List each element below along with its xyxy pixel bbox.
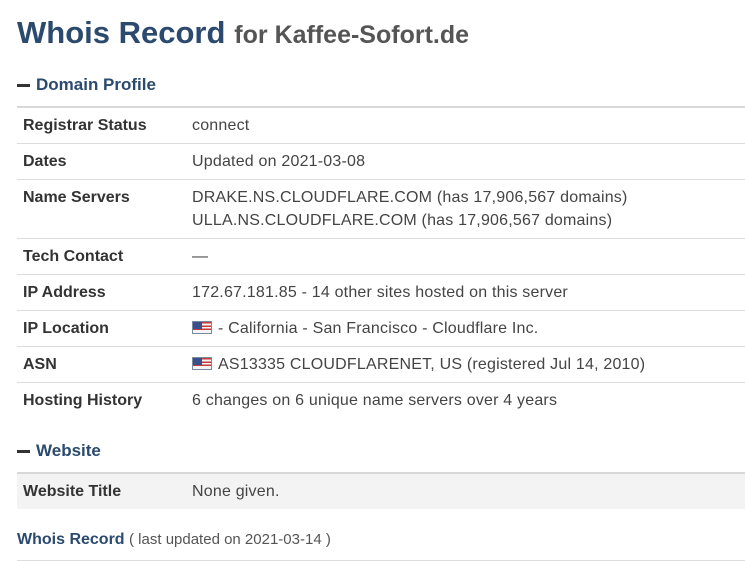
row-label: IP Address bbox=[17, 274, 186, 311]
whois-record-link[interactable]: Whois Record bbox=[17, 531, 125, 548]
last-updated-note: ( last updated on 2021-03-14 ) bbox=[129, 531, 331, 548]
asn-value: AS13335 CLOUDFLARENET, US (registered Ju… bbox=[186, 346, 745, 383]
row-value: None given. bbox=[186, 472, 745, 509]
ip-location-text: - California - San Francisco - Cloudflar… bbox=[218, 320, 539, 337]
domain-profile-toggle[interactable]: Domain Profile bbox=[17, 74, 745, 96]
website-toggle[interactable]: Website bbox=[17, 440, 745, 462]
row-value: Updated on 2021-03-08 bbox=[186, 143, 745, 180]
row-value: connect bbox=[186, 106, 745, 144]
ip-location-value: - California - San Francisco - Cloudflar… bbox=[186, 310, 745, 347]
whois-record-footer: Whois Record ( last updated on 2021-03-1… bbox=[17, 529, 745, 551]
website-heading: Website bbox=[36, 441, 101, 460]
row-label: ASN bbox=[17, 346, 186, 383]
row-label: Website Title bbox=[17, 472, 186, 509]
collapse-icon bbox=[17, 83, 30, 87]
website-table: Website Title None given. bbox=[17, 472, 745, 509]
table-row: Hosting History 6 changes on 6 unique na… bbox=[17, 382, 745, 418]
row-label: Hosting History bbox=[17, 382, 186, 418]
page-title: Whois Record for Kaffee-Sofort.de bbox=[17, 0, 745, 50]
domain-profile-table: Registrar Status connect Dates Updated o… bbox=[17, 106, 745, 418]
table-row: Name Servers DRAKE.NS.CLOUDFLARE.COM (ha… bbox=[17, 179, 745, 239]
hosting-history-value[interactable]: 6 changes on 6 unique name servers over … bbox=[186, 382, 745, 418]
row-label: Registrar Status bbox=[17, 106, 186, 144]
row-label: IP Location bbox=[17, 310, 186, 347]
whois-page: Whois Record for Kaffee-Sofort.de Domain… bbox=[17, 0, 745, 561]
table-row: Registrar Status connect bbox=[17, 106, 745, 144]
name-server-1[interactable]: DRAKE.NS.CLOUDFLARE.COM (has 17,906,567 … bbox=[192, 186, 739, 209]
row-value: — bbox=[186, 238, 745, 275]
page-title-main: Whois Record bbox=[17, 15, 226, 50]
page-title-domain: for Kaffee-Sofort.de bbox=[234, 21, 470, 49]
collapse-icon bbox=[17, 449, 30, 453]
table-row: ASN AS13335 CLOUDFLARENET, US (registere… bbox=[17, 346, 745, 383]
us-flag-icon bbox=[192, 321, 212, 334]
us-flag-icon bbox=[192, 357, 212, 370]
table-row: Website Title None given. bbox=[17, 472, 745, 509]
row-label: Dates bbox=[17, 143, 186, 180]
table-row: Tech Contact — bbox=[17, 238, 745, 275]
row-label: Name Servers bbox=[17, 179, 186, 239]
table-row: IP Address 172.67.181.85 - 14 other site… bbox=[17, 274, 745, 311]
row-label: Tech Contact bbox=[17, 238, 186, 275]
domain-profile-heading: Domain Profile bbox=[36, 75, 156, 94]
table-row: IP Location - California - San Francisco… bbox=[17, 310, 745, 347]
asn-text: AS13335 CLOUDFLARENET, US (registered Ju… bbox=[218, 356, 646, 373]
name-servers-value: DRAKE.NS.CLOUDFLARE.COM (has 17,906,567 … bbox=[186, 179, 745, 239]
table-row: Dates Updated on 2021-03-08 bbox=[17, 143, 745, 180]
ip-address-value[interactable]: 172.67.181.85 - 14 other sites hosted on… bbox=[186, 274, 745, 311]
name-server-2[interactable]: ULLA.NS.CLOUDFLARE.COM (has 17,906,567 d… bbox=[192, 209, 739, 232]
